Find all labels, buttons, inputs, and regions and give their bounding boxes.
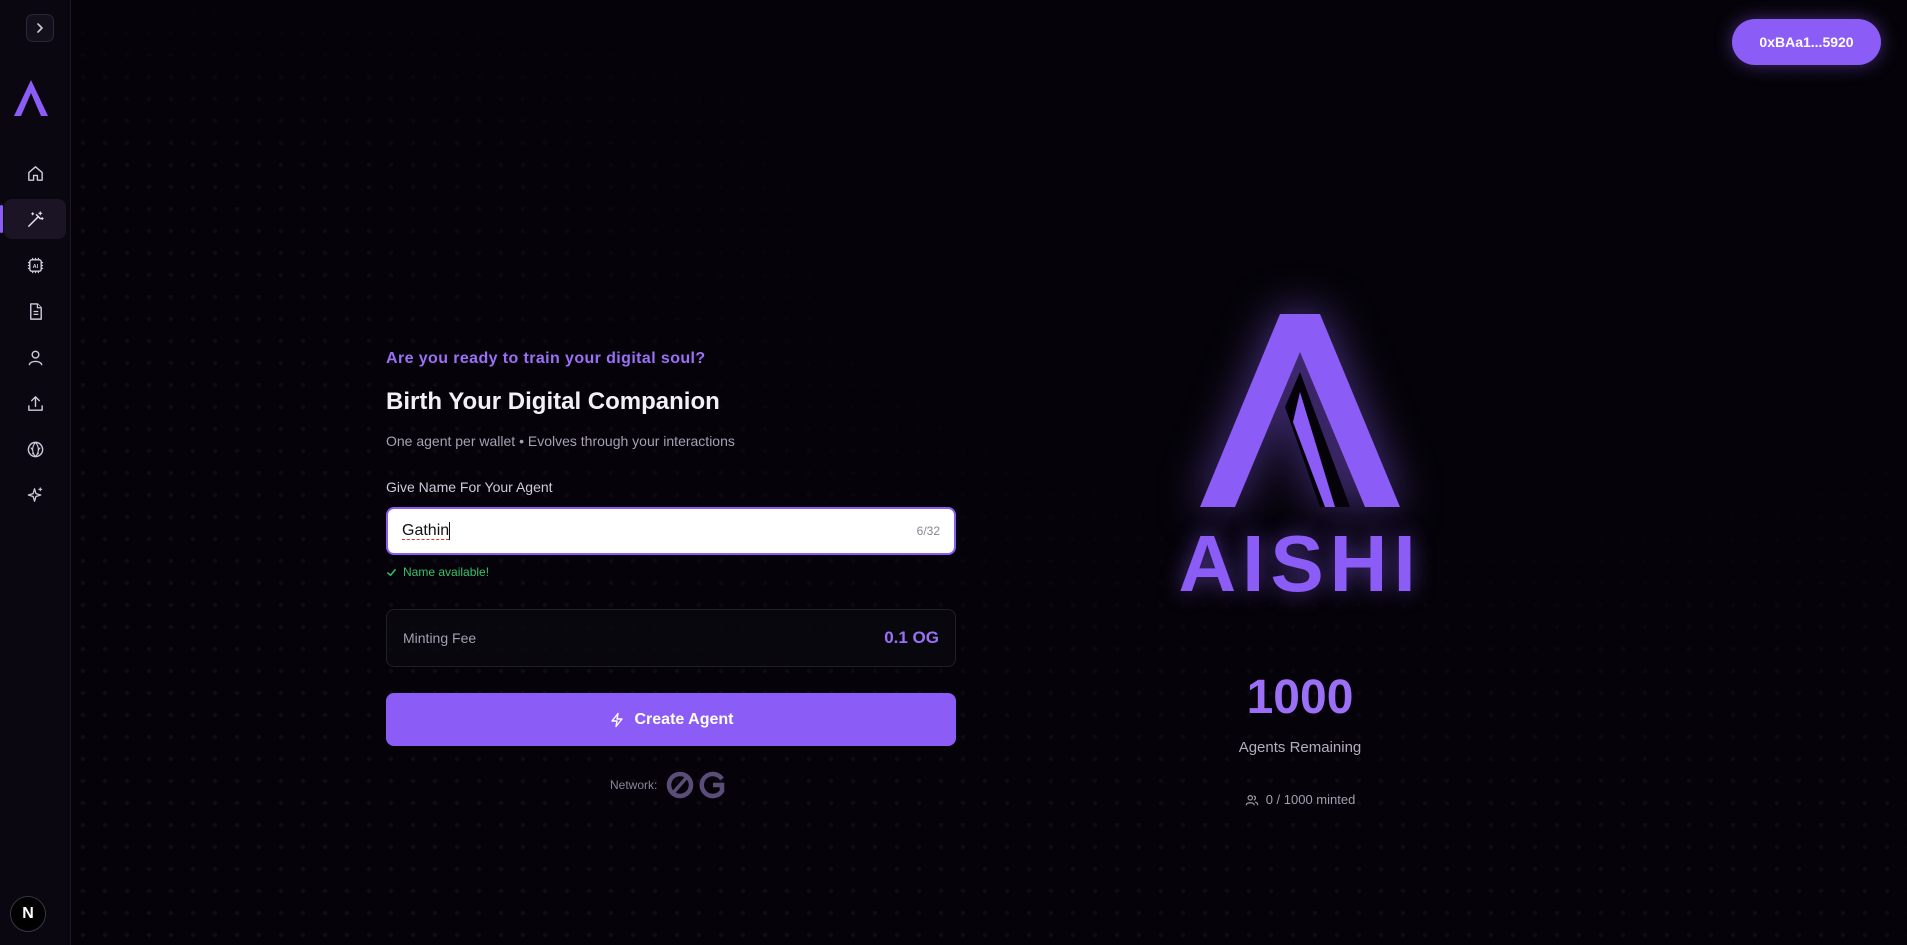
sidebar-item-upload[interactable]	[4, 383, 66, 423]
minted-text: 0 / 1000 minted	[1265, 792, 1356, 807]
minting-fee-value: 0.1 OG	[884, 628, 939, 647]
form-eyebrow: Are you ready to train your digital soul…	[386, 350, 706, 367]
lightning-icon	[610, 712, 623, 727]
brand-wordmark: AISHI	[1178, 519, 1422, 608]
wallet-button[interactable]: 0xBAa1...5920	[1732, 19, 1881, 65]
upload-icon	[27, 395, 43, 411]
sidebar-collapse-button[interactable]	[26, 14, 54, 42]
agent-name-value-wrap: Gathin	[402, 521, 451, 541]
sidebar-item-create[interactable]	[0, 199, 66, 239]
agents-remaining-count: 1000	[1246, 671, 1354, 724]
og-network-logo-icon	[667, 771, 725, 799]
page-subtitle: One agent per wallet • Evolves through y…	[386, 433, 735, 449]
create-agent-label: Create Agent	[634, 710, 734, 728]
avatar[interactable]: N	[10, 896, 46, 932]
minting-fee-label: Minting Fee	[403, 630, 477, 646]
name-availability: Name available!	[386, 565, 489, 579]
chevron-right-icon	[37, 23, 43, 33]
users-icon	[1245, 794, 1258, 805]
sidebar-item-agents[interactable]: AI	[4, 245, 66, 285]
network-indicator: Network:	[610, 770, 727, 800]
character-counter: 6/32	[916, 524, 940, 538]
agent-name-value: Gathin	[402, 522, 450, 541]
aishi-logo-icon[interactable]	[12, 78, 50, 118]
check-icon	[387, 568, 396, 576]
minting-fee-box: Minting Fee 0.1 OG	[386, 609, 956, 667]
sidebar-item-profile[interactable]	[4, 337, 66, 377]
agent-name-label: Give Name For Your Agent	[386, 479, 553, 495]
svg-text:AI: AI	[32, 263, 38, 269]
ai-chip-icon: AI	[27, 257, 43, 273]
agent-name-input[interactable]: Gathin 6/32	[386, 507, 956, 555]
text-caret	[449, 521, 451, 540]
network-label: Network:	[610, 778, 658, 792]
sidebar-item-documents[interactable]	[4, 291, 66, 331]
page-title: Birth Your Digital Companion	[386, 388, 720, 415]
document-icon	[29, 302, 42, 320]
magic-wand-icon	[27, 210, 44, 227]
sidebar-item-sparkles[interactable]	[4, 475, 66, 515]
availability-text: Name available!	[403, 565, 490, 579]
minted-count: 0 / 1000 minted	[1200, 792, 1400, 807]
globe-icon	[27, 441, 43, 457]
home-icon	[27, 165, 43, 181]
background-fade	[72, 0, 1907, 945]
sidebar-item-home[interactable]	[4, 153, 66, 193]
sidebar-item-world[interactable]	[4, 429, 66, 469]
sparkles-icon	[27, 486, 42, 502]
create-agent-button[interactable]: Create Agent	[386, 693, 956, 746]
agents-remaining-label: Agents Remaining	[1238, 739, 1362, 756]
user-icon	[28, 350, 42, 365]
sidebar: AI N	[0, 0, 71, 945]
